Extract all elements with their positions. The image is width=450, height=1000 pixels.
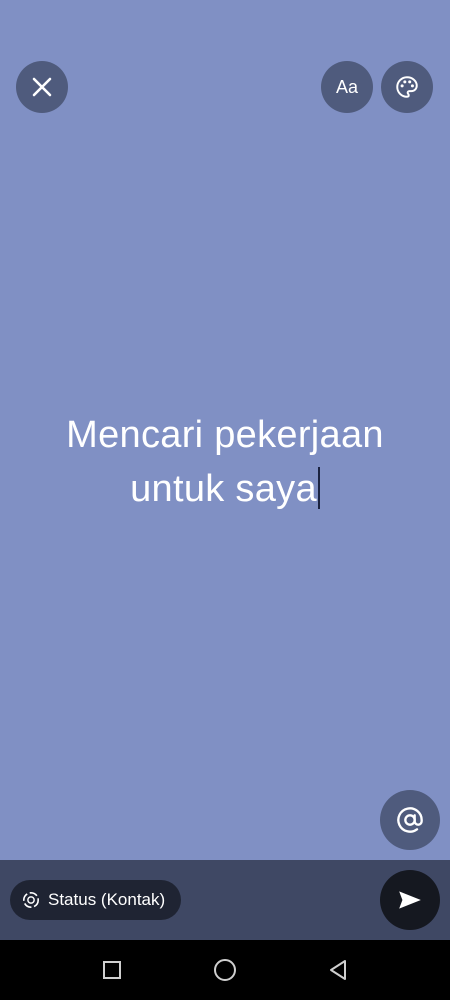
status-text-line: Mencari pekerjaan — [66, 414, 384, 456]
palette-icon — [396, 76, 418, 98]
system-navigation-bar — [0, 940, 450, 1000]
font-style-button[interactable]: Aa — [321, 61, 373, 113]
close-icon — [32, 77, 52, 97]
mention-button[interactable] — [380, 790, 440, 850]
bottom-bar: Status (Kontak) — [0, 860, 450, 940]
square-icon — [103, 961, 121, 979]
at-icon — [397, 807, 423, 833]
text-cursor — [317, 467, 320, 509]
recents-button[interactable] — [82, 940, 142, 1000]
send-icon — [399, 891, 421, 909]
circle-icon — [214, 959, 236, 981]
status-ring-icon — [22, 891, 40, 909]
color-palette-button[interactable] — [381, 61, 433, 113]
status-audience-button[interactable]: Status (Kontak) — [10, 880, 182, 920]
triangle-back-icon — [330, 960, 346, 980]
send-button[interactable] — [380, 870, 440, 930]
back-button[interactable] — [308, 940, 368, 1000]
font-button-label: Aa — [335, 76, 359, 97]
close-button[interactable] — [16, 61, 68, 113]
home-button[interactable] — [195, 940, 255, 1000]
status-text-input[interactable]: Mencari pekerjaan untuk saya — [0, 408, 450, 516]
status-audience-label: Status (Kontak) — [48, 890, 166, 909]
status-text-line: untuk saya — [130, 468, 317, 510]
